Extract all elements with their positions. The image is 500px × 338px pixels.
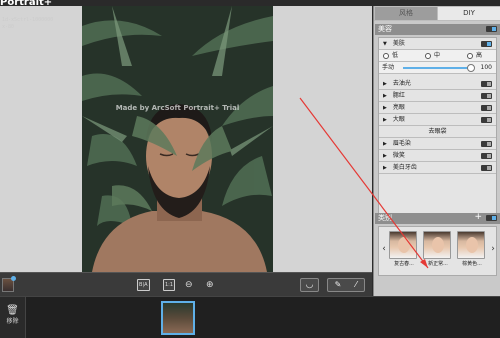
radio-low-label: 低 bbox=[392, 52, 399, 59]
watermark-text: Made by ArcSoft Portrait+ Trial bbox=[115, 104, 240, 112]
beauty-section-title: 美容 bbox=[378, 25, 392, 33]
option-label: 亮眼 bbox=[392, 104, 405, 111]
brush-icon[interactable]: ⁄ bbox=[347, 279, 365, 291]
radio-low[interactable]: 低 bbox=[383, 52, 398, 60]
category-section-title: 类别 bbox=[378, 214, 392, 222]
chevron-right-icon[interactable]: › bbox=[489, 241, 497, 257]
compare-button[interactable]: B|A bbox=[137, 279, 150, 291]
radio-icon bbox=[425, 52, 431, 59]
expand-right-icon: ▶ bbox=[383, 105, 387, 111]
preset-label: 棕黄色... bbox=[462, 261, 482, 267]
remove-eyebags-button[interactable]: 去眼袋 bbox=[379, 126, 496, 138]
radio-high-label: 高 bbox=[476, 52, 483, 59]
manual-slider-row: 手动 100 bbox=[379, 62, 496, 74]
option-toggle[interactable] bbox=[481, 93, 492, 99]
category-section-header[interactable]: 类别 + bbox=[375, 212, 500, 224]
eraser-icon[interactable]: ✎ bbox=[329, 279, 347, 291]
preset-thumbnail bbox=[423, 231, 451, 259]
panel-tabs: 风格 DIY bbox=[374, 6, 500, 21]
app-window: Portrait+ 1d-x5ctrl-1000000 x-80 Made by… bbox=[0, 0, 500, 338]
radio-icon bbox=[383, 52, 389, 59]
option-toggle[interactable] bbox=[481, 81, 492, 87]
beauty-section-header[interactable]: 美容 bbox=[375, 24, 500, 35]
smile-icon[interactable]: ◡ bbox=[300, 278, 319, 292]
option-row[interactable]: ▶ 微笑 bbox=[379, 150, 496, 162]
option-row[interactable]: ▶ 美白牙齿 bbox=[379, 162, 496, 174]
image-info-line: x-80 bbox=[2, 24, 15, 30]
expand-right-icon: ▶ bbox=[383, 93, 387, 99]
preset-carousel: ‹ 复古春... 新正常... 棕黄色... › bbox=[378, 226, 497, 276]
option-label: 眉毛染 bbox=[392, 140, 411, 147]
radio-medium-label: 中 bbox=[434, 52, 441, 59]
manual-slider-thumb[interactable] bbox=[467, 64, 475, 72]
zoom-out-icon[interactable]: ⊖ bbox=[185, 279, 193, 291]
category-section-toggle[interactable] bbox=[486, 215, 497, 221]
preset-thumbnail bbox=[389, 231, 417, 259]
skin-smoothing-toggle[interactable] bbox=[481, 41, 492, 47]
manual-label: 手动 bbox=[382, 64, 395, 71]
option-row[interactable]: ▶ 去油光 bbox=[379, 78, 496, 90]
photo-illustration bbox=[82, 6, 273, 272]
option-row[interactable]: ▶ 腮红 bbox=[379, 90, 496, 102]
expand-right-icon: ▶ bbox=[383, 165, 387, 171]
trash-icon: 🗑 bbox=[6, 305, 19, 316]
option-label: 微笑 bbox=[392, 152, 405, 159]
skin-smoothing-label: 美肤 bbox=[392, 40, 405, 47]
option-row[interactable]: ▶ 眉毛染 bbox=[379, 138, 496, 150]
option-label: 腮红 bbox=[392, 92, 405, 99]
right-panel: 风格 DIY 美容 ▼ 美肤 低 中 高 手动 100 ▶ 去油光 ▶ 腮红 ▶… bbox=[373, 6, 500, 296]
preset-item[interactable]: 复古春... bbox=[389, 231, 419, 267]
expand-right-icon: ▶ bbox=[383, 81, 387, 87]
expand-right-icon: ▶ bbox=[383, 117, 387, 123]
option-toggle[interactable] bbox=[481, 105, 492, 111]
radio-icon bbox=[467, 52, 473, 59]
option-row[interactable]: ▶ 亮眼 bbox=[379, 102, 496, 114]
expand-down-icon: ▼ bbox=[383, 41, 387, 47]
manual-slider-track[interactable] bbox=[403, 67, 473, 69]
brush-tool-group: ✎ ⁄ bbox=[327, 278, 365, 292]
remove-button[interactable]: 🗑 移除 bbox=[0, 297, 26, 338]
option-label: 去眼袋 bbox=[428, 128, 447, 135]
filmstrip: 🗑 移除 bbox=[0, 296, 500, 338]
option-toggle[interactable] bbox=[481, 153, 492, 159]
option-row[interactable]: ▶ 大眼 bbox=[379, 114, 496, 126]
current-photo-thumbnail[interactable] bbox=[2, 276, 16, 292]
option-label: 大眼 bbox=[392, 116, 405, 123]
actual-size-button[interactable]: 1:1 bbox=[163, 279, 176, 291]
manual-slider-value: 100 bbox=[480, 64, 492, 71]
canvas-toolbar: B|A 1:1 ⊖ ⊕ ◡ ✎ ⁄ bbox=[0, 272, 372, 296]
expand-right-icon: ▶ bbox=[383, 153, 387, 159]
portrait-photo[interactable]: Made by ArcSoft Portrait+ Trial bbox=[82, 6, 273, 272]
radio-high[interactable]: 高 bbox=[467, 52, 482, 60]
image-info-line: 1d-x5ctrl-1000000 bbox=[2, 17, 54, 23]
preset-thumbnail bbox=[457, 231, 485, 259]
remove-label: 移除 bbox=[6, 318, 19, 325]
expand-right-icon: ▶ bbox=[383, 141, 387, 147]
skin-smoothing-row[interactable]: ▼ 美肤 bbox=[379, 38, 496, 50]
chevron-left-icon[interactable]: ‹ bbox=[380, 241, 388, 257]
option-toggle[interactable] bbox=[481, 141, 492, 147]
preset-item[interactable]: 新正常... bbox=[423, 231, 453, 267]
option-toggle[interactable] bbox=[481, 117, 492, 123]
filmstrip-thumbnail[interactable] bbox=[161, 301, 195, 335]
preset-label: 复古春... bbox=[394, 261, 414, 267]
preset-label: 新正常... bbox=[428, 261, 448, 267]
preset-item[interactable]: 棕黄色... bbox=[457, 231, 487, 267]
add-icon[interactable]: + bbox=[474, 212, 482, 223]
zoom-in-icon[interactable]: ⊕ bbox=[206, 279, 214, 291]
radio-medium[interactable]: 中 bbox=[425, 52, 440, 60]
beauty-options: ▼ 美肤 低 中 高 手动 100 ▶ 去油光 ▶ 腮红 ▶ 亮眼 ▶ 大眼 去… bbox=[378, 37, 497, 221]
tab-diy[interactable]: DIY bbox=[438, 7, 500, 20]
tab-style[interactable]: 风格 bbox=[375, 7, 437, 20]
intensity-radio-group: 低 中 高 bbox=[379, 50, 496, 62]
option-label: 美白牙齿 bbox=[392, 164, 417, 171]
canvas-area[interactable]: 1d-x5ctrl-1000000 x-80 Made by ArcSoft P… bbox=[0, 6, 372, 272]
status-dot-icon bbox=[11, 276, 16, 281]
beauty-section-toggle[interactable] bbox=[486, 26, 497, 32]
image-info: 1d-x5ctrl-1000000 x-80 bbox=[2, 17, 53, 31]
option-toggle[interactable] bbox=[481, 165, 492, 171]
option-label: 去油光 bbox=[392, 80, 411, 87]
